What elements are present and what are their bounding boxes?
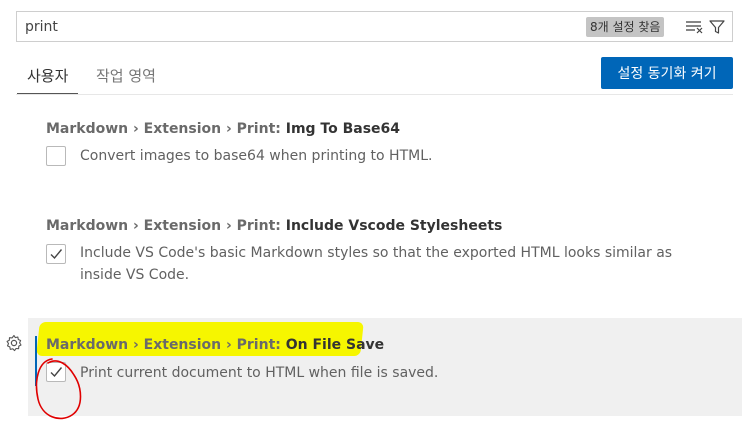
setting-title: Markdown › Extension › Print: On File Sa… xyxy=(46,337,384,353)
setting-category: Markdown › Extension › Print: xyxy=(46,121,286,137)
filter-icon[interactable] xyxy=(707,17,727,37)
setting-key: Img To Base64 xyxy=(285,121,401,137)
turn-on-settings-sync-button[interactable]: 설정 동기화 켜기 xyxy=(601,57,733,89)
setting-key: Include Vscode Stylesheets xyxy=(285,218,503,234)
setting-category: Markdown › Extension › Print: xyxy=(46,218,286,234)
setting-description: Convert images to base64 when printing t… xyxy=(80,148,433,164)
tab-user[interactable]: 사용자 xyxy=(16,64,79,94)
result-count-badge: 8개 설정 찾음 xyxy=(586,17,665,37)
setting-include-vscode-stylesheets: Markdown › Extension › Print: Include Vs… xyxy=(0,210,742,300)
setting-description: Include VS Code's basic Markdown styles … xyxy=(80,245,673,283)
settings-editor: 8개 설정 찾음 사용자 작업 영역 설정 동기화 켜기 Markdown › … xyxy=(0,0,742,427)
setting-on-file-save: Markdown › Extension › Print: On File Sa… xyxy=(0,318,742,420)
gear-icon[interactable] xyxy=(5,334,23,352)
red-circle-annotation xyxy=(35,358,82,420)
setting-title: Markdown › Extension › Print: Include Vs… xyxy=(46,218,502,234)
tabs-divider xyxy=(16,94,733,95)
checkmark-icon xyxy=(50,249,63,260)
setting-img-to-base64: Markdown › Extension › Print: Img To Bas… xyxy=(0,113,742,183)
clear-filter-icon[interactable] xyxy=(684,17,704,37)
setting-checkbox[interactable] xyxy=(46,244,66,264)
tab-workspace[interactable]: 작업 영역 xyxy=(96,64,156,94)
settings-search-input[interactable] xyxy=(25,18,565,36)
setting-checkbox[interactable] xyxy=(46,146,66,166)
setting-category: Markdown › Extension › Print: xyxy=(46,337,286,353)
setting-description: Print current document to HTML when file… xyxy=(80,365,439,381)
setting-key: On File Save xyxy=(285,337,385,353)
settings-search-bar: 8개 설정 찾음 xyxy=(16,11,733,42)
setting-title: Markdown › Extension › Print: Img To Bas… xyxy=(46,121,400,137)
